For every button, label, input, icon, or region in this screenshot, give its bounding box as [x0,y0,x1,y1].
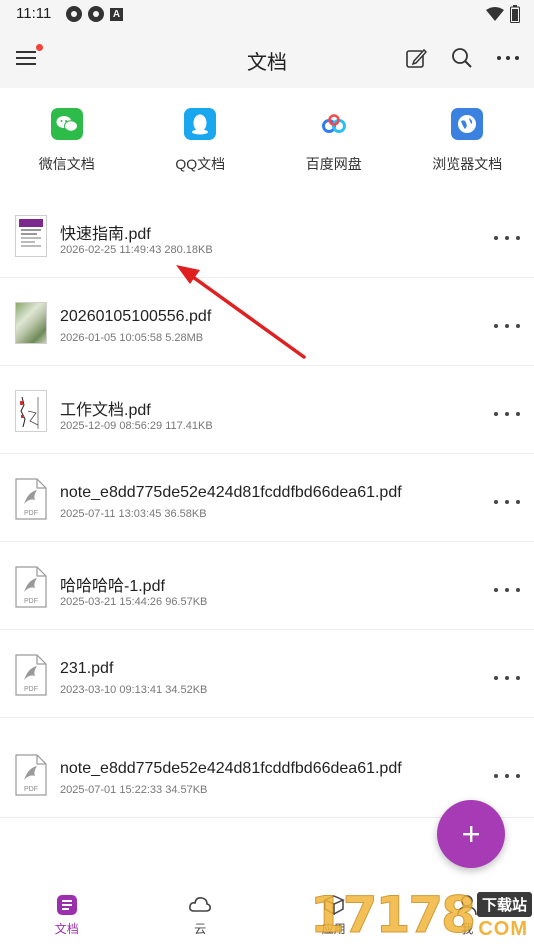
source-shortcuts: 微信文档 QQ文档 百度网盘 浏览器文档 [0,88,534,188]
file-meta: 2025-12-09 08:56:29 117.41KB [60,420,213,432]
file-more-button[interactable] [494,318,520,334]
edit-icon [406,48,427,68]
watermark-digits: 17178 [310,886,477,945]
watermark-site: 下载站 [476,892,532,917]
source-wechat[interactable]: 微信文档 [0,88,134,188]
a-icon: A [110,8,123,21]
file-more-button[interactable] [494,768,520,784]
file-row[interactable]: PDF 231.pdf 2023-03-10 09:13:41 34.52KB [0,630,534,718]
file-thumbnail [15,215,47,257]
source-baidu-netdisk[interactable]: 百度网盘 [267,88,401,188]
pdf-file-icon: PDF [15,478,47,520]
battery-icon [510,5,520,23]
source-qq[interactable]: QQ文档 [134,88,268,188]
document-icon [56,895,77,915]
status-time: 11:11 [16,5,52,22]
file-name: 231.pdf [60,660,114,677]
watermark-logo: 17178 下载站 COM [300,884,534,950]
nav-label: 云 [194,922,207,936]
file-more-button[interactable] [494,670,520,686]
source-label: 微信文档 [38,156,95,172]
file-row[interactable]: PDF note_e8dd775de52e424d81fcddfbd66dea6… [0,718,534,818]
file-more-button[interactable] [494,582,520,598]
file-meta: 2025-07-01 15:22:33 34.57KB [60,784,208,796]
add-button[interactable] [437,800,505,868]
cloud-icon [189,897,212,912]
file-row[interactable]: 20260105100556.pdf 2026-01-05 10:05:58 5… [0,278,534,366]
file-name: 20260105100556.pdf [60,308,212,325]
file-meta: 2025-03-21 15:44:26 96.57KB [60,596,208,608]
app-icon [88,6,104,22]
file-meta: 2026-01-05 10:05:58 5.28MB [60,332,204,344]
nav-documents[interactable]: 文档 [0,880,134,950]
search-icon [452,48,472,68]
more-icon [497,56,519,60]
file-row[interactable]: PDF note_e8dd775de52e424d81fcddfbd66dea6… [0,454,534,542]
pdf-badge-label: PDF [24,510,38,517]
file-more-button[interactable] [494,406,520,422]
pdf-file-icon: PDF [15,566,47,608]
file-row[interactable]: 快速指南.pdf 2026-02-25 11:49:43 280.18KB [0,190,534,278]
qq-icon [184,108,217,140]
file-meta: 2023-03-10 09:13:41 34.52KB [60,684,208,696]
wechat-icon [50,108,83,140]
pdf-file-icon: PDF [15,654,47,696]
file-meta: 2025-07-11 13:03:45 36.58KB [60,508,207,520]
file-name: note_e8dd775de52e424d81fcddfbd66dea61.pd… [60,484,402,501]
source-label: QQ文档 [175,156,226,172]
file-meta: 2026-02-25 11:49:43 280.18KB [60,244,213,256]
file-name: note_e8dd775de52e424d81fcddfbd66dea61.pd… [60,760,402,777]
file-thumbnail [15,302,47,344]
source-browser[interactable]: 浏览器文档 [401,88,534,188]
more-button[interactable] [496,46,520,70]
search-button[interactable] [450,46,474,70]
file-name: 工作文档.pdf [60,402,151,419]
watermark-domain: COM [478,918,528,940]
pdf-badge-label: PDF [24,598,38,605]
file-more-button[interactable] [494,230,520,246]
wifi-icon [486,7,504,21]
status-bar: 11:11 A [0,0,534,30]
plus-icon [463,826,479,842]
file-row[interactable]: 工作文档.pdf 2025-12-09 08:56:29 117.41KB [0,366,534,454]
status-system-icons [486,5,520,23]
pdf-file-icon: PDF [15,754,47,796]
file-more-button[interactable] [494,494,520,510]
browser-icon [451,108,484,140]
file-row[interactable]: PDF 哈哈哈哈-1.pdf 2025-03-21 15:44:26 96.57… [0,542,534,630]
nav-label: 文档 [54,922,79,936]
app-header: 文档 [0,30,534,88]
status-notification-icons: A [66,6,123,22]
nav-cloud[interactable]: 云 [134,880,268,950]
pdf-badge-label: PDF [24,686,38,693]
file-thumbnail [15,390,47,432]
edit-button[interactable] [404,46,428,70]
file-name: 快速指南.pdf [60,226,151,243]
baidu-netdisk-icon [317,108,350,140]
app-icon [66,6,82,22]
file-name: 哈哈哈哈-1.pdf [60,578,165,595]
source-label: 浏览器文档 [432,156,503,172]
pdf-badge-label: PDF [24,786,38,793]
source-label: 百度网盘 [305,156,362,172]
